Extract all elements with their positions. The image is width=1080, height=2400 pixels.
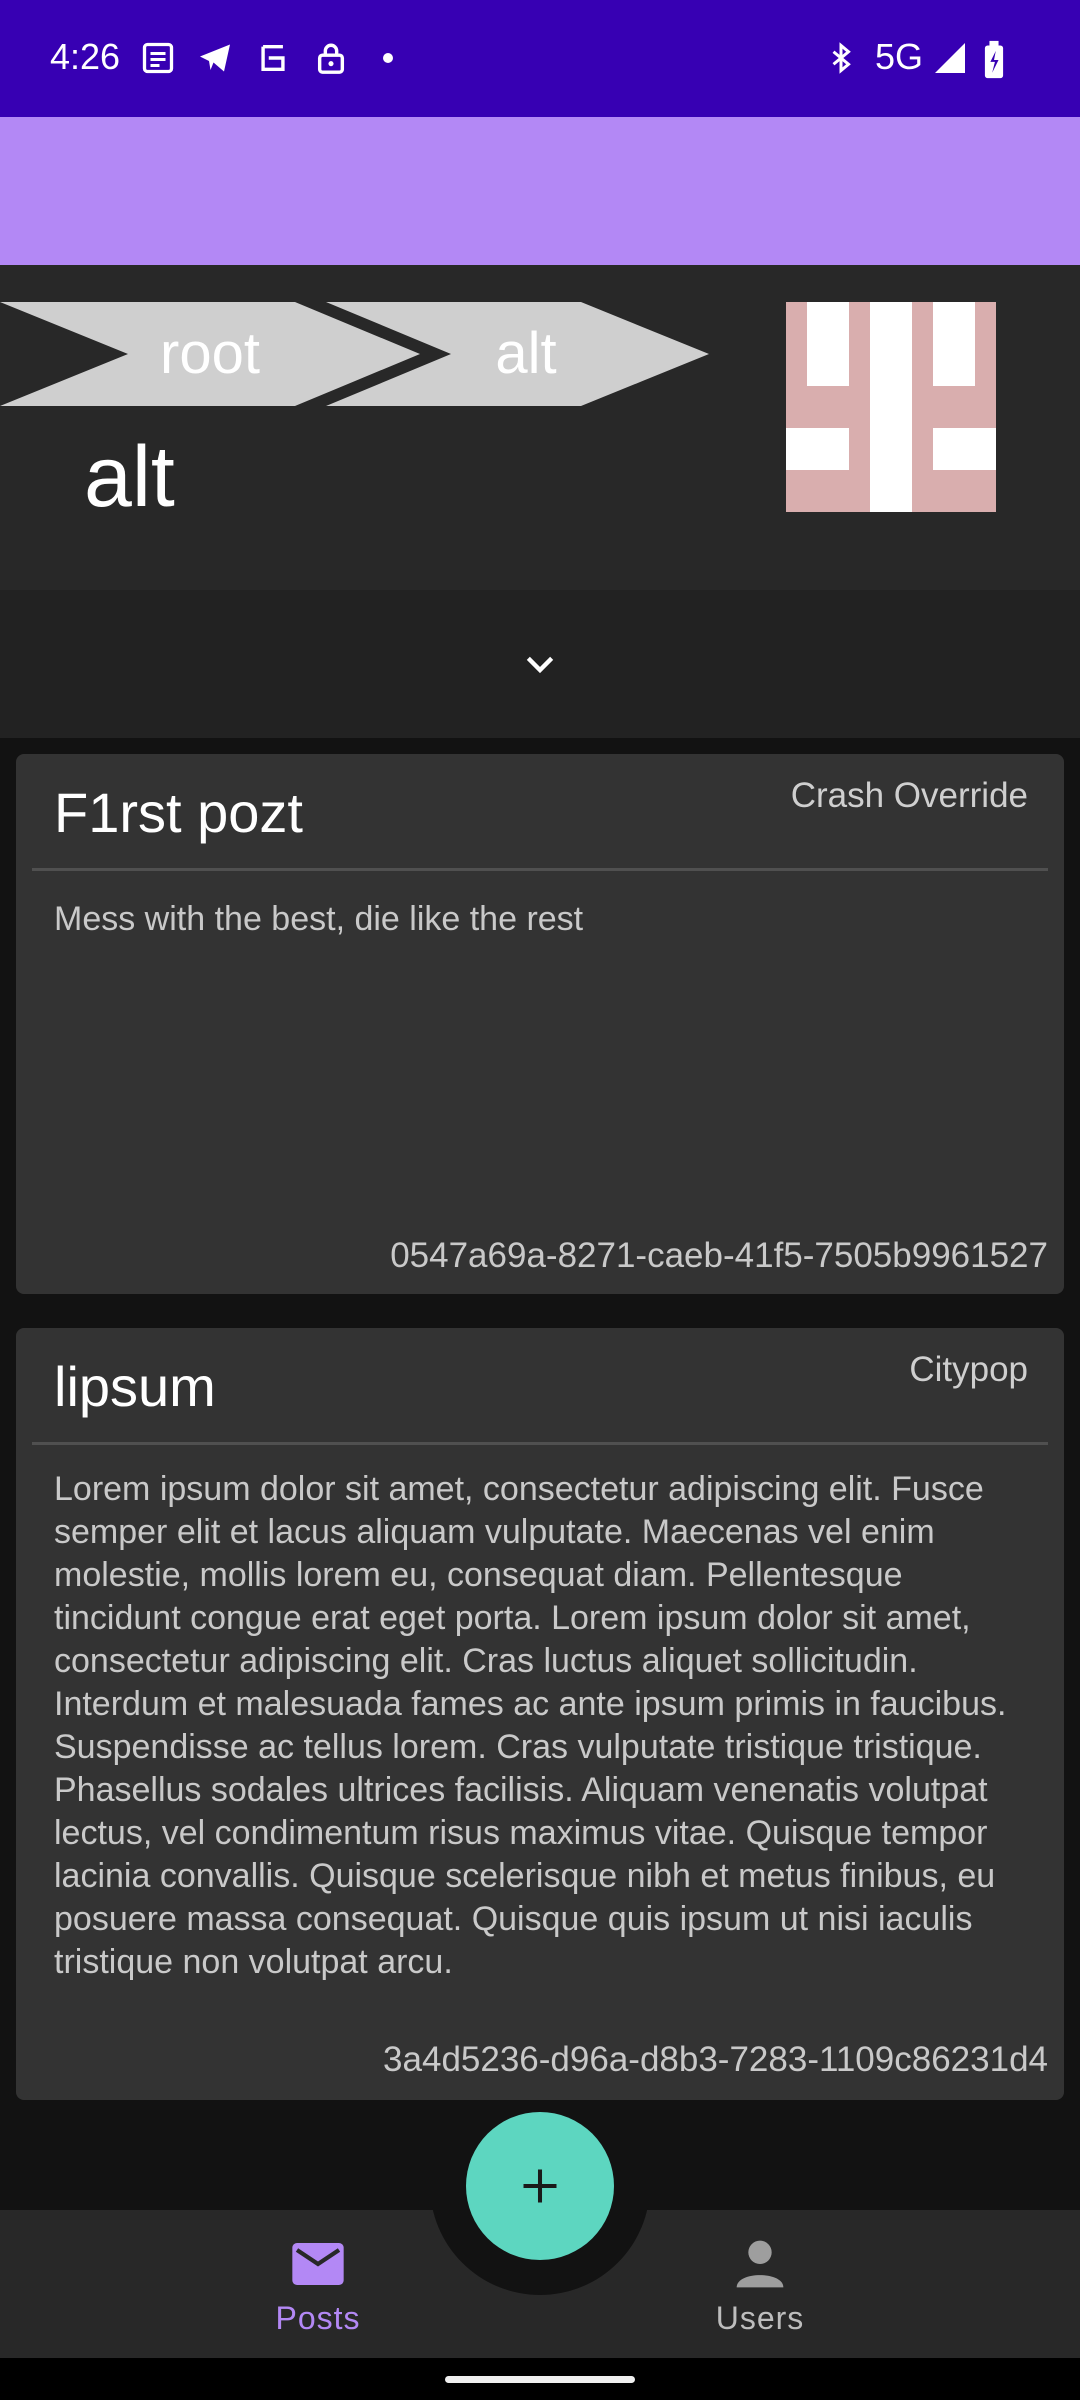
- post-divider: [32, 1442, 1048, 1445]
- breadcrumb-label: root: [160, 321, 260, 386]
- battery-charging-icon: [984, 40, 1004, 79]
- app-toolbar: [0, 117, 1080, 265]
- news-icon: [142, 42, 174, 74]
- post-body: Mess with the best, die like the rest: [54, 900, 584, 938]
- breadcrumb-alt[interactable]: alt: [326, 300, 711, 408]
- network-type: 5G: [875, 36, 924, 77]
- lock-icon: [317, 43, 345, 74]
- person-icon: [736, 2240, 784, 2288]
- status-time: 4:26: [50, 36, 121, 77]
- post-id: 3a4d5236-d96a-d8b3-7283-1109c86231d4: [383, 2040, 1048, 2079]
- post-card[interactable]: F1rst pozt Crash Override Mess with the …: [16, 754, 1064, 1294]
- telegram-icon: [200, 44, 230, 72]
- signal-icon: [935, 43, 965, 73]
- dot-icon: [383, 53, 393, 63]
- post-title: lipsum: [54, 1355, 216, 1418]
- post-title: F1rst pozt: [54, 781, 303, 844]
- community-identicon: [786, 302, 996, 512]
- nav-item-posts[interactable]: Posts: [218, 2232, 418, 2342]
- post-author[interactable]: Citypop: [909, 1350, 1028, 1390]
- chevron-down-icon[interactable]: [520, 645, 560, 685]
- mail-icon: [292, 2243, 344, 2285]
- nav-label: Users: [715, 2300, 805, 2336]
- vpn-icon: [261, 44, 285, 72]
- post-id: 0547a69a-8271-caeb-41f5-7505b9961527: [390, 1236, 1048, 1275]
- nav-label: Posts: [275, 2300, 361, 2336]
- create-post-button[interactable]: [466, 2112, 614, 2260]
- post-body: Lorem ipsum dolor sit amet, consectetur …: [54, 1470, 1007, 1981]
- post-divider: [32, 868, 1048, 871]
- nav-item-users[interactable]: Users: [660, 2232, 860, 2342]
- gesture-handle[interactable]: [445, 2376, 635, 2383]
- breadcrumb-label: alt: [495, 321, 557, 386]
- post-author[interactable]: Crash Override: [791, 776, 1028, 816]
- plus-icon: [523, 2169, 557, 2203]
- bluetooth-icon: [832, 42, 851, 74]
- post-card[interactable]: lipsum Citypop Lorem ipsum dolor sit ame…: [16, 1328, 1064, 2100]
- community-title: alt: [84, 429, 175, 525]
